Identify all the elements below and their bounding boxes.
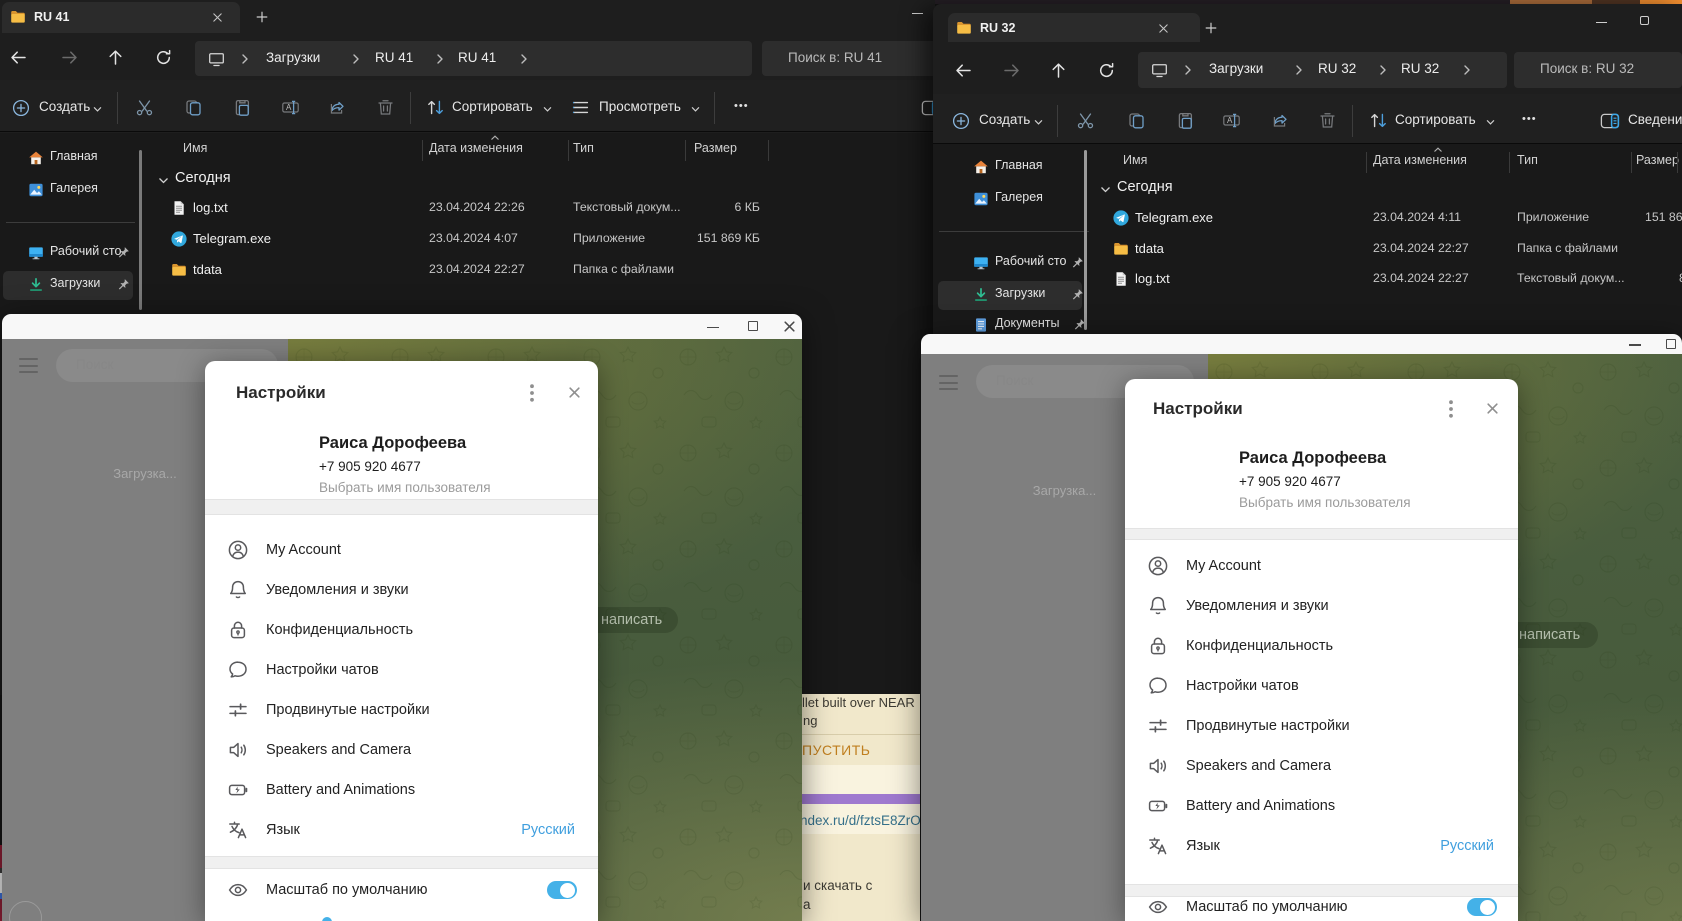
svg-text:A: A: [286, 103, 292, 112]
svg-text:A: A: [1227, 116, 1233, 125]
